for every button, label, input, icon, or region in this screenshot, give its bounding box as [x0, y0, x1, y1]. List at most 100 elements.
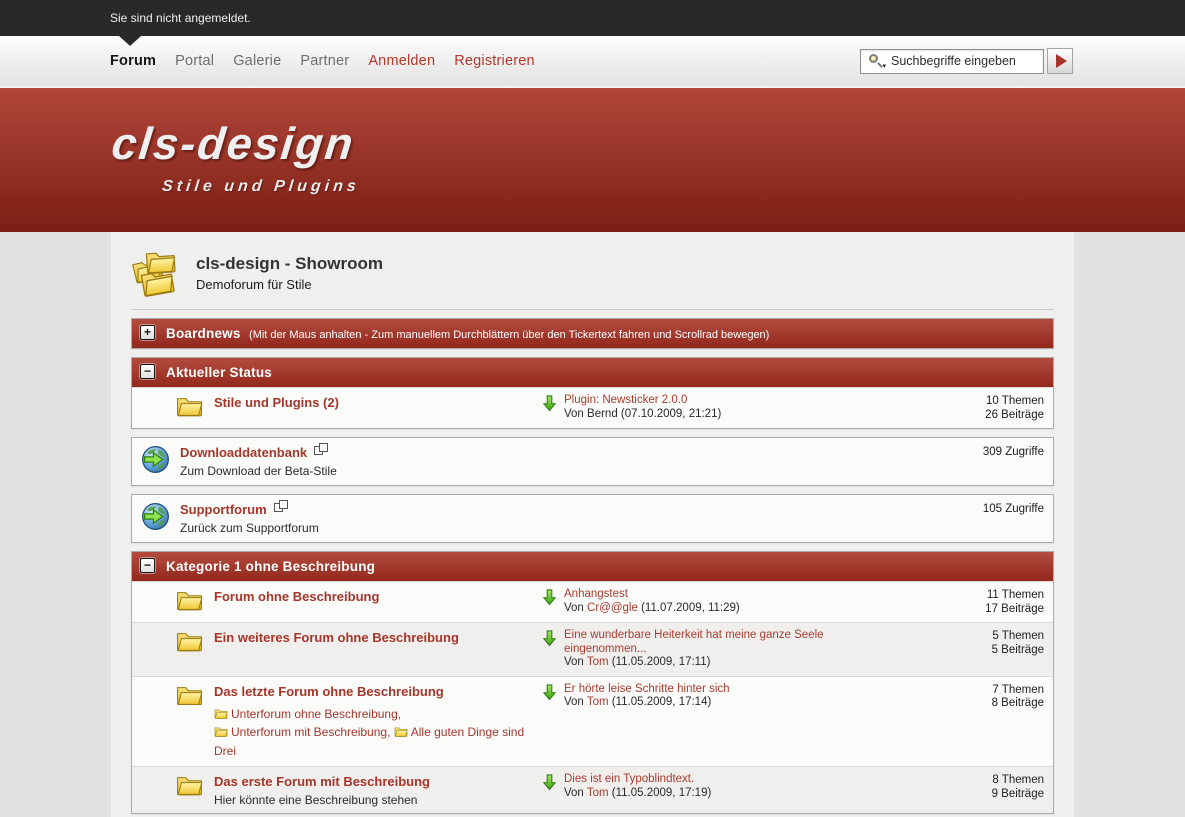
goto-last-post-icon[interactable] [543, 588, 556, 606]
external-link-icon [274, 503, 283, 512]
forum-link[interactable]: Forum ohne Beschreibung [214, 589, 379, 604]
page-header: cls-design - Showroom Demoforum für Stil… [131, 232, 1054, 310]
nav-item-partner[interactable]: Partner [300, 53, 349, 69]
last-post-author-link[interactable]: Tom [587, 787, 609, 799]
forum-row: Forum ohne Beschreibung Anhangstest Von … [132, 581, 1053, 622]
last-post-author-link[interactable]: Cr@@gle [587, 602, 638, 614]
topic-count: 10 Themen [926, 395, 1044, 409]
goto-last-post-icon[interactable] [543, 773, 556, 791]
last-post: Anhangstest Von Cr@@gle (11.07.2009, 11:… [543, 588, 926, 615]
expand-icon[interactable]: + [140, 325, 155, 340]
topic-count: 8 Themen [926, 774, 1044, 788]
last-post-author-link[interactable]: Tom [587, 656, 609, 668]
category-title[interactable]: Kategorie 1 ohne Beschreibung [166, 559, 375, 574]
topic-count: 11 Themen [926, 589, 1044, 603]
external-link-box-downloaddatenbank: Downloaddatenbank Zum Download der Beta-… [131, 437, 1054, 486]
search-area: ▾ [860, 48, 1073, 74]
last-post: Plugin: Newsticker 2.0.0 Von Bernd (07.1… [543, 394, 926, 421]
subforum-link[interactable]: Unterforum ohne Beschreibung, [231, 707, 401, 721]
forum-link[interactable]: Das erste Forum mit Beschreibung [214, 774, 430, 789]
subforum-link[interactable]: Unterforum mit Beschreibung, [231, 725, 390, 739]
search-icon-glass [869, 54, 878, 63]
last-post-link[interactable]: Dies ist ein Typoblindtext. [564, 773, 694, 785]
forum-stats: 10 Themen 26 Beiträge [926, 394, 1044, 422]
search-submit-arrow-icon [1056, 54, 1067, 68]
nav-item-anmelden[interactable]: Anmelden [368, 53, 435, 69]
hits-count: 309 Zugriffe [983, 444, 1044, 458]
folder-icon [176, 773, 203, 796]
last-post-meta: Von Tom (11.05.2009, 17:19) [564, 787, 711, 801]
collapse-icon[interactable]: − [140, 558, 155, 573]
search-icon[interactable]: ▾ [868, 53, 885, 69]
by-label: Von [564, 408, 584, 420]
globe-link-icon [141, 501, 170, 531]
last-post-meta: Von Bernd (07.10.2009, 21:21) [564, 408, 721, 422]
external-link-box-supportforum: Supportforum Zurück zum Supportforum 105… [131, 494, 1054, 543]
folder-icon [176, 683, 203, 706]
nav-item-forum[interactable]: Forum [110, 53, 156, 69]
external-forum-link[interactable]: Downloaddatenbank [180, 445, 307, 460]
topic-count: 5 Themen [926, 630, 1044, 644]
main-navigation: Forum Portal Galerie Partner Anmelden Re… [0, 36, 1185, 86]
login-status-text: Sie sind nicht angemeldet. [110, 11, 251, 25]
category-box-aktueller-status: − Aktueller Status Stile und Plugins (2)… [131, 357, 1054, 429]
last-post-date: (11.07.2009, 11:29) [641, 602, 740, 614]
globe-link-icon [141, 444, 170, 474]
folder-icon [176, 629, 203, 652]
post-count: 5 Beiträge [926, 644, 1044, 658]
last-post-link[interactable]: Anhangstest [564, 588, 628, 600]
goto-last-post-icon[interactable] [543, 629, 556, 647]
forum-link[interactable]: Das letzte Forum ohne Beschreibung [214, 684, 444, 699]
hits-count: 105 Zugriffe [983, 501, 1044, 515]
page-subtitle: Demoforum für Stile [196, 277, 383, 292]
boardnews-box: + Boardnews (Mit der Maus anhalten - Zum… [131, 318, 1054, 349]
last-post-link[interactable]: Plugin: Newsticker 2.0.0 [564, 394, 687, 406]
folder-icon [176, 394, 203, 417]
collapse-icon[interactable]: − [140, 364, 155, 379]
category-title[interactable]: Aktueller Status [166, 365, 272, 380]
boardnews-hint: (Mit der Maus anhalten - Zum manuellem D… [249, 329, 769, 341]
nav-item-galerie[interactable]: Galerie [233, 53, 281, 69]
forum-row: Ein weiteres Forum ohne Beschreibung Ein… [132, 622, 1053, 676]
external-forum-link[interactable]: Supportforum [180, 502, 267, 517]
last-post-meta: Von Tom (11.05.2009, 17:11) [564, 656, 899, 670]
active-tab-pointer [119, 36, 141, 46]
goto-last-post-icon[interactable] [543, 394, 556, 412]
post-count: 17 Beiträge [926, 603, 1044, 617]
site-slogan: Stile und Plugins [161, 178, 361, 196]
last-post-author-link[interactable]: Tom [587, 696, 609, 708]
post-count: 8 Beiträge [926, 697, 1044, 711]
subforum-list: Unterforum ohne Beschreibung, Unterforum… [214, 705, 535, 761]
search-options-caret-icon: ▾ [882, 62, 886, 70]
folders-stack-icon [131, 247, 185, 299]
forum-link[interactable]: Stile und Plugins (2) [214, 395, 339, 410]
goto-last-post-icon[interactable] [543, 683, 556, 701]
search-submit-button[interactable] [1047, 48, 1073, 74]
category-header: − Kategorie 1 ohne Beschreibung [132, 552, 1053, 581]
site-logo[interactable]: cls-design [109, 118, 357, 170]
category-header: − Aktueller Status [132, 358, 1053, 387]
main-content: cls-design - Showroom Demoforum für Stil… [111, 232, 1074, 817]
forum-link[interactable]: Ein weiteres Forum ohne Beschreibung [214, 630, 459, 645]
forum-stats: 8 Themen 9 Beiträge [926, 773, 1044, 801]
last-post: Eine wunderbare Heiterkeit hat meine gan… [543, 629, 926, 670]
topic-count: 7 Themen [926, 684, 1044, 698]
last-post-date: (07.10.2009, 21:21) [621, 408, 721, 420]
nav-item-registrieren[interactable]: Registrieren [454, 53, 535, 69]
folder-icon [176, 588, 203, 611]
last-post-author: Bernd [587, 408, 618, 420]
subforum-folder-icon [214, 708, 228, 719]
by-label: Von [564, 696, 584, 708]
forum-description: Hier könnte eine Beschreibung stehen [214, 793, 535, 807]
last-post-link[interactable]: Eine wunderbare Heiterkeit hat meine gan… [564, 629, 824, 655]
login-status-bar: Sie sind nicht angemeldet. [0, 0, 1185, 36]
forum-stats: 11 Themen 17 Beiträge [926, 588, 1044, 616]
last-post-link[interactable]: Er hörte leise Schritte hinter sich [564, 683, 730, 695]
last-post: Dies ist ein Typoblindtext. Von Tom (11.… [543, 773, 926, 800]
search-input[interactable] [891, 54, 1038, 68]
last-post-meta: Von Tom (11.05.2009, 17:14) [564, 696, 730, 710]
nav-item-portal[interactable]: Portal [175, 53, 214, 69]
forum-stats: 5 Themen 5 Beiträge [926, 629, 1044, 657]
last-post-date: (11.05.2009, 17:14) [612, 696, 712, 708]
forum-row: Stile und Plugins (2) Plugin: Newsticker… [132, 387, 1053, 428]
